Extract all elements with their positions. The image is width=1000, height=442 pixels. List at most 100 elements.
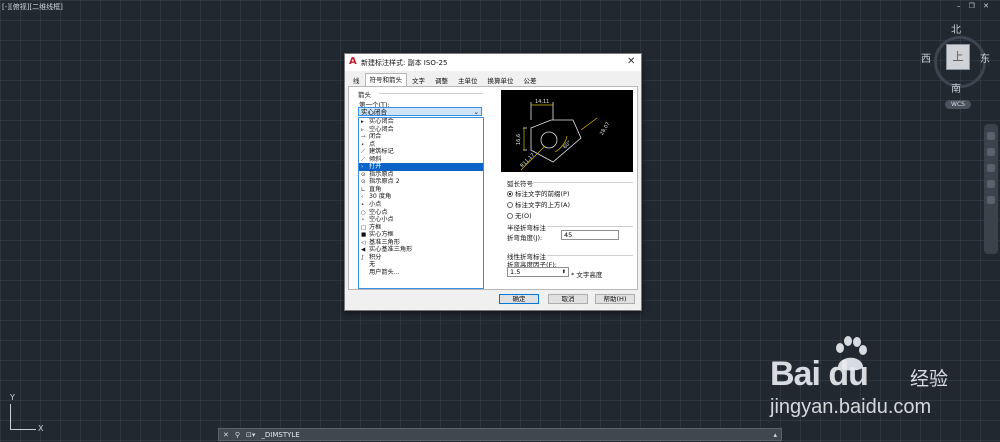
viewcube-east[interactable]: 东 (980, 50, 990, 65)
jog-height-input[interactable]: 1.5 ⬍ (507, 267, 569, 277)
arc-option-none[interactable]: 无(O) (507, 210, 532, 220)
preview-dim-radius: R11,17 (519, 152, 536, 169)
arrow-option-label: 打开 (369, 163, 382, 171)
arrow-option[interactable]: 用户箭头... (359, 269, 483, 277)
arrow-option[interactable]: ■ 实心方框 (359, 231, 483, 239)
preview-dim-angle: 60° (562, 139, 573, 150)
dialog-titlebar[interactable]: A 新建标注样式: 副本 ISO-25 ✕ (345, 54, 641, 71)
ok-button[interactable]: 确定 (499, 294, 539, 304)
arrow-option-label: 建筑标记 (369, 148, 394, 156)
arrow-option-label: 点 (369, 140, 376, 148)
arrow-option-label: 实心基准三角形 (369, 246, 413, 254)
arrow-option-label: 30 度角 (369, 193, 392, 201)
showmotion-icon[interactable] (987, 196, 995, 204)
viewport-label[interactable]: [-][俯视][二维线框] (2, 2, 63, 12)
wcs-menu-button[interactable]: WCS (945, 100, 971, 109)
arrowheads-group-label: 箭头 (358, 91, 371, 99)
radio-prefix[interactable] (507, 191, 513, 197)
tab-symbols-arrows[interactable]: 符号和箭头 (364, 73, 407, 87)
first-arrow-value: 实心闭合 (361, 108, 387, 116)
dialog-title: 新建标注样式: 副本 ISO-25 (361, 59, 448, 67)
ucs-y-axis-line (10, 404, 11, 430)
arrow-option-label: 无 (369, 261, 376, 269)
ucs-y-label: Y (10, 393, 15, 402)
arrowheads-group-line (379, 93, 483, 94)
viewcube-west[interactable]: 西 (921, 50, 931, 65)
arc-option-above[interactable]: 标注文字的上方(A) (507, 199, 570, 209)
orbit-icon[interactable] (987, 164, 995, 172)
autocad-logo-icon: A (349, 56, 357, 67)
command-history-icon[interactable]: ▴ (773, 431, 777, 439)
arrow-option-label: 闭合 (369, 133, 382, 141)
radio-none[interactable] (507, 213, 513, 219)
arrow-dropdown-list[interactable]: ▸ 实心闭合 ▹ 空心闭合 ⇾ 闭合 • 点 ⟋ 建筑标记 ⟋ 倾斜 › 打开 ⊙ 指示原点 ⊙ 指示原点 2 ∟ 直… (358, 117, 484, 289)
viewcube-south[interactable]: 南 (951, 80, 961, 95)
arrow-option[interactable]: ▸ 实心闭合 (359, 118, 483, 126)
linear-jog-group-line (547, 255, 633, 256)
cancel-button[interactable]: 取消 (548, 294, 588, 304)
arrow-option[interactable]: ⊙ 指示原点 2 (359, 178, 483, 186)
arrow-option-label: 积分 (369, 253, 382, 261)
arrow-option-label: 指示原点 2 (369, 178, 400, 186)
arrow-option-label: 空心小点 (369, 216, 394, 224)
dimension-preview: 14,11 16,6 28,07 R11,17 60° (501, 90, 633, 172)
command-line[interactable]: ✕ ⚲ ⊡▾ _DIMSTYLE ▴ (218, 428, 782, 441)
preview-dim-top: 14,11 (535, 99, 549, 105)
arrow-option-label: 实心闭合 (369, 118, 394, 125)
zoom-icon[interactable] (987, 148, 995, 156)
arc-length-group-label: 弧长符号 (507, 180, 533, 188)
watermark-jingyan: 经验 (910, 368, 949, 390)
arrow-option[interactable]: › 打开 (359, 163, 483, 171)
ucs-x-label: X (38, 424, 44, 433)
jog-angle-input[interactable]: 45 (561, 230, 619, 240)
radius-jog-group-label: 半径折弯标注 (507, 224, 546, 232)
command-input[interactable]: _DIMSTYLE (261, 431, 299, 439)
arrow-option[interactable]: ⇾ 闭合 (359, 133, 483, 141)
arrow-option-label: 空心点 (369, 208, 388, 216)
radio-above[interactable] (507, 202, 513, 208)
watermark-url: jingyan.baidu.com (770, 396, 932, 418)
viewport-window-controls[interactable]: – ❐ ✕ (957, 2, 992, 10)
arrow-option[interactable]: ◀ 实心基准三角形 (359, 246, 483, 254)
ucs-x-axis-line (10, 429, 36, 430)
radius-jog-group-line (547, 226, 633, 227)
steering-wheel-icon[interactable] (987, 180, 995, 188)
watermark-logo: Bai du (770, 355, 869, 393)
navigation-bar[interactable] (984, 124, 998, 254)
preview-dim-left: 16,6 (516, 134, 522, 145)
arrow-option[interactable]: ○ 空心点 (359, 209, 483, 217)
arrow-option-label: 用户箭头... (369, 268, 400, 276)
command-search-icon[interactable]: ⚲ (235, 431, 240, 439)
arc-length-group-line (533, 182, 633, 183)
dialog-close-button[interactable]: ✕ (627, 56, 635, 67)
arrow-option-label: 指示原点 (369, 170, 394, 178)
jog-height-suffix: * 文字高度 (571, 271, 603, 279)
pan-icon[interactable] (987, 132, 995, 140)
arrow-option-label: 方框 (369, 223, 382, 231)
arrow-option[interactable]: 无 (359, 261, 483, 269)
arrow-option[interactable]: • 小点 (359, 201, 483, 209)
arrow-option[interactable]: ⟋ 建筑标记 (359, 148, 483, 156)
arrow-option-label: 实心方框 (369, 231, 394, 239)
command-prompt-icon[interactable]: ⊡▾ (246, 431, 255, 439)
chevron-down-icon[interactable]: ⌄ (474, 108, 479, 117)
viewcube-top-face[interactable]: 上 (946, 44, 970, 70)
arrow-option[interactable]: ∘ 空心小点 (359, 216, 483, 224)
arrow-option-label: 倾斜 (369, 155, 382, 163)
arrow-option-label: 空心闭合 (369, 125, 394, 133)
arrow-option[interactable]: ‹ 30 度角 (359, 193, 483, 201)
arrow-option-label: 基准三角形 (369, 238, 400, 246)
jog-angle-label: 折弯角度(J): (507, 234, 543, 242)
dimstyle-dialog: A 新建标注样式: 副本 ISO-25 ✕ 线 符号和箭头 文字 调整 主单位 … (344, 53, 642, 311)
arrow-option[interactable]: ▹ 空心闭合 (359, 126, 483, 134)
command-close-icon[interactable]: ✕ (223, 431, 229, 439)
arrow-option-label: 小点 (369, 201, 382, 209)
preview-dim-right: 28,07 (599, 121, 611, 136)
first-arrow-select[interactable]: 实心闭合 ⌄ (358, 107, 482, 116)
arc-option-prefix[interactable]: 标注文字的前缀(P) (507, 188, 570, 198)
viewcube-north[interactable]: 北 (951, 21, 961, 36)
arrow-option[interactable]: ∫ 积分 (359, 254, 483, 262)
spinner-icon[interactable]: ⬍ (562, 268, 566, 276)
help-button[interactable]: 帮助(H) (595, 294, 635, 304)
arrow-option-label: 直角 (369, 185, 382, 193)
